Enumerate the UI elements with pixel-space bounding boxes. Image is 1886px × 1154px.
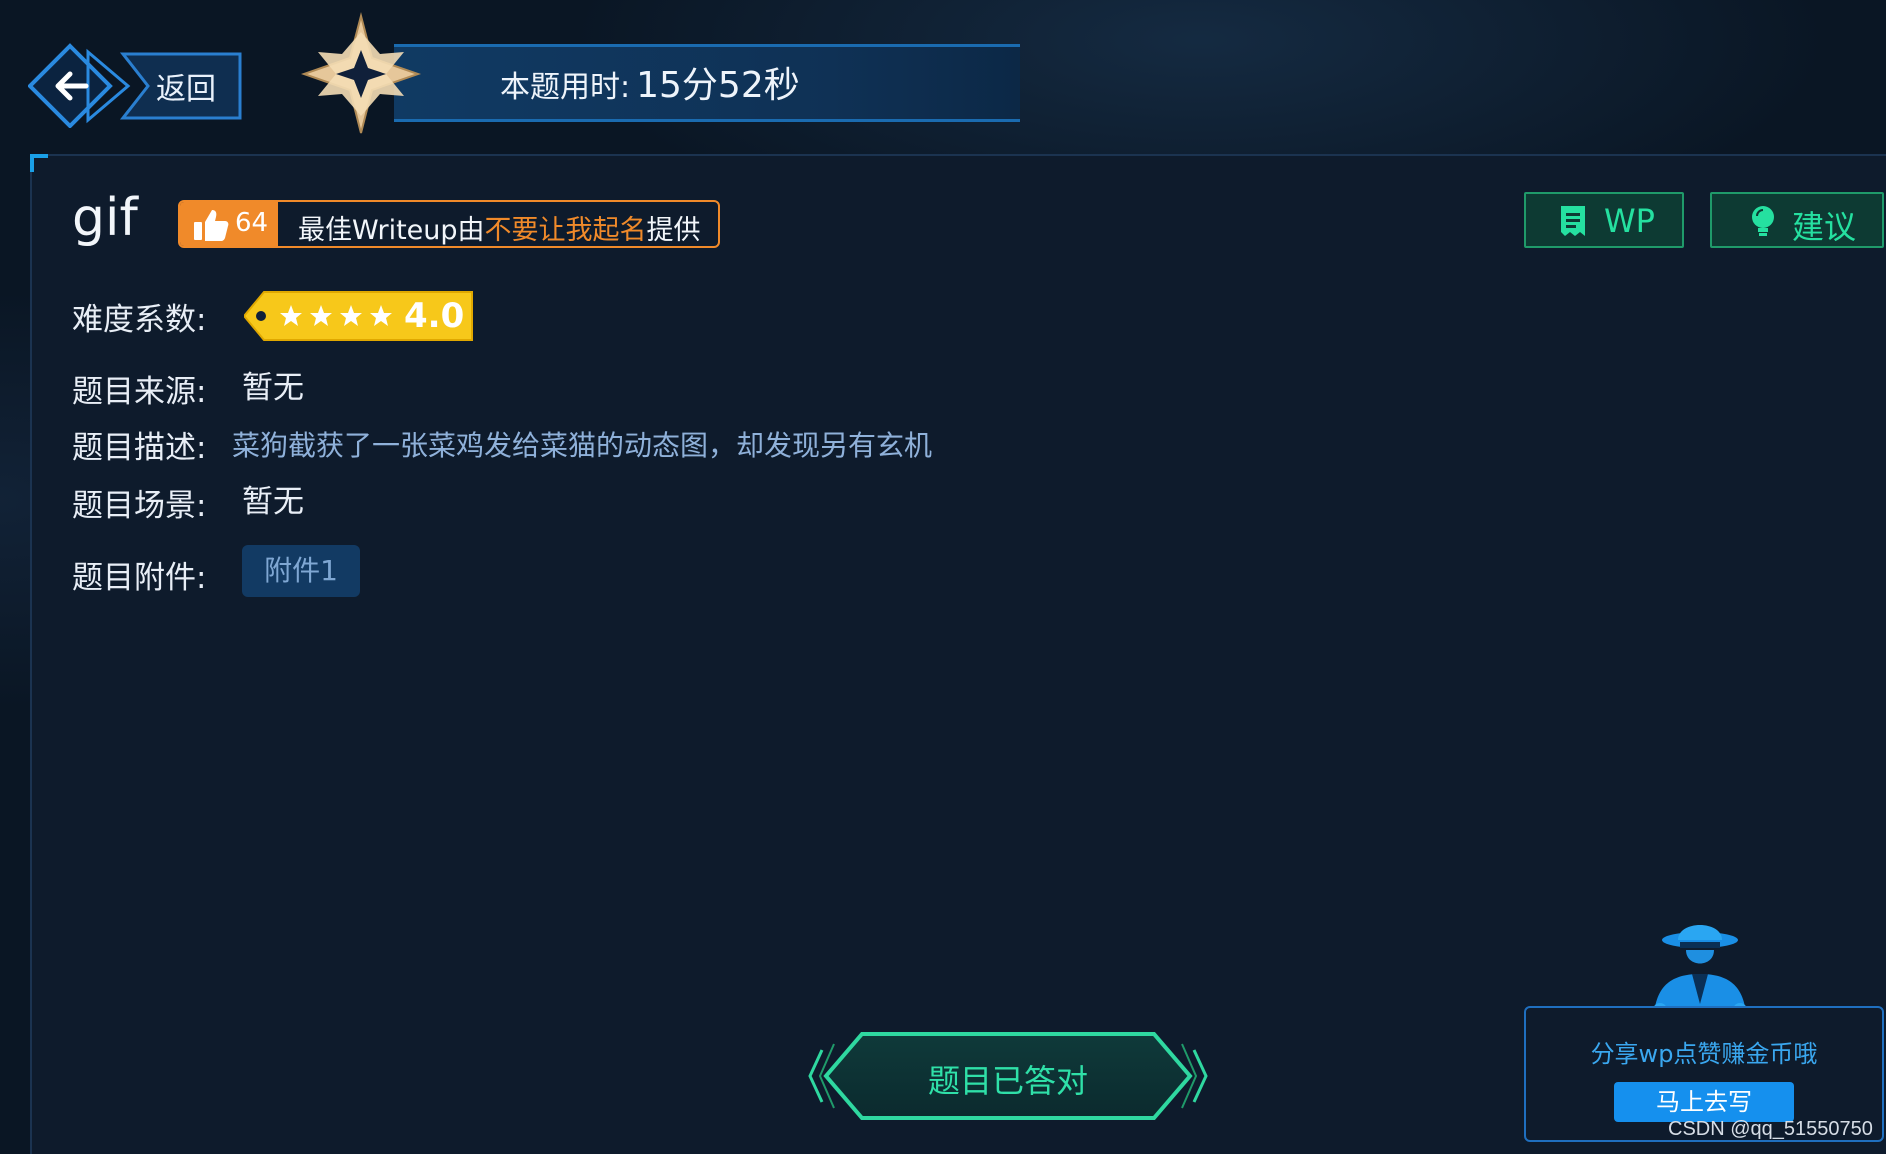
description-value: 菜狗截获了一张菜鸡发给菜猫的动态图，却发现另有玄机 bbox=[232, 429, 933, 462]
like-count: 64 bbox=[235, 208, 269, 238]
lightbulb-icon bbox=[1752, 206, 1774, 236]
description-label: 题目描述: bbox=[72, 430, 207, 466]
attachment-label: 题目附件: bbox=[72, 560, 207, 596]
promo-text: 分享wp点赞赚金币哦 bbox=[1590, 1040, 1818, 1068]
spy-avatar-icon bbox=[1653, 925, 1747, 1016]
source-label: 题目来源: bbox=[72, 374, 207, 410]
csdn-watermark: CSDN @qq_51550750 bbox=[1668, 1118, 1873, 1140]
writeup-credit: 最佳Writeup由不要让我起名提供 bbox=[298, 208, 701, 246]
arrow-left-icon bbox=[55, 71, 89, 101]
best-writeup-banner[interactable]: 64 最佳Writeup由不要让我起名提供 bbox=[178, 200, 720, 248]
star-badge-icon bbox=[300, 12, 422, 134]
panel-corner-accent bbox=[30, 154, 48, 172]
timer-text: 本题用时: 15分52秒 bbox=[500, 56, 800, 108]
scene-value: 暂无 bbox=[242, 484, 304, 520]
timer-label: 本题用时: bbox=[500, 70, 631, 105]
challenge-title: gif bbox=[72, 188, 138, 248]
scene-label: 题目场景: bbox=[72, 488, 207, 524]
wp-button[interactable]: WP bbox=[1524, 192, 1684, 248]
difficulty-rating: 4.0 bbox=[244, 290, 474, 342]
like-count-badge: 64 bbox=[180, 202, 278, 246]
document-icon bbox=[1561, 206, 1585, 236]
difficulty-label: 难度系数: bbox=[72, 302, 207, 338]
suggest-button[interactable]: 建议 bbox=[1710, 192, 1884, 248]
solved-label: 题目已答对 bbox=[927, 1062, 1088, 1100]
writeup-prefix: 最佳Writeup由 bbox=[298, 215, 485, 246]
writeup-suffix: 提供 bbox=[646, 215, 701, 246]
back-button[interactable]: 返回 bbox=[28, 42, 243, 128]
source-value: 暂无 bbox=[242, 370, 304, 406]
attachment-button[interactable]: 附件1 bbox=[242, 545, 360, 597]
suggest-label: 建议 bbox=[1792, 208, 1857, 246]
wp-label: WP bbox=[1604, 202, 1655, 240]
writeup-author[interactable]: 不要让我起名 bbox=[485, 215, 647, 246]
difficulty-value: 4.0 bbox=[404, 296, 465, 336]
timer-value: 15分52秒 bbox=[636, 65, 800, 106]
solved-button[interactable]: 题目已答对 bbox=[808, 1030, 1208, 1122]
thumbs-up-icon bbox=[194, 210, 229, 241]
write-now-button[interactable]: 马上去写 bbox=[1614, 1082, 1794, 1122]
back-label: 返回 bbox=[156, 72, 216, 107]
